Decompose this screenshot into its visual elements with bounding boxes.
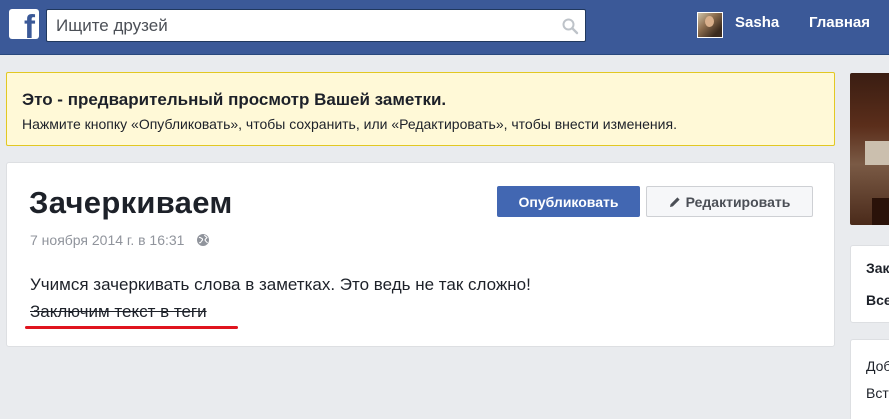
search-input[interactable] — [47, 10, 547, 41]
note-card: Зачеркиваем 7 ноября 2014 г. в 16:31 Опу… — [6, 162, 835, 347]
profile-cover-photo[interactable] — [850, 73, 889, 225]
pencil-icon — [669, 196, 681, 207]
note-strikethrough-text: Заключим текст в теги — [30, 302, 207, 321]
side-panel: Зак Все — [850, 245, 889, 323]
note-title: Зачеркиваем — [29, 185, 233, 220]
notice-body: Нажмите кнопку «Опубликовать», чтобы сох… — [22, 116, 677, 132]
globe-icon[interactable] — [196, 233, 210, 247]
avatar[interactable] — [697, 12, 723, 38]
top-navigation-bar: f Sasha Главная — [0, 0, 889, 55]
note-body-text: Учимся зачеркивать слова в заметках. Это… — [30, 275, 531, 294]
search-icon[interactable] — [561, 17, 579, 35]
facebook-logo-letter: f — [24, 9, 35, 39]
preview-notice: Это - предварительный просмотр Вашей зам… — [6, 72, 835, 146]
home-link[interactable]: Главная — [809, 14, 870, 31]
side-panel-item[interactable]: Вст — [866, 385, 889, 401]
side-panel-item[interactable]: Зак — [866, 260, 889, 276]
note-date[interactable]: 7 ноября 2014 г. в 16:31 — [30, 232, 184, 248]
notice-title: Это - предварительный просмотр Вашей зам… — [22, 90, 447, 109]
facebook-logo-icon[interactable]: f — [9, 9, 39, 39]
profile-link[interactable]: Sasha — [735, 14, 779, 31]
edit-button[interactable]: Редактировать — [646, 186, 813, 217]
side-panel-item[interactable]: Доб — [866, 358, 889, 374]
edit-button-label: Редактировать — [685, 193, 791, 210]
publish-button[interactable]: Опубликовать — [497, 186, 640, 217]
search-box — [46, 9, 586, 42]
side-panel-item[interactable]: Все — [866, 292, 889, 308]
red-underline-annotation — [25, 326, 238, 329]
side-panel: Доб Вст — [850, 339, 889, 419]
note-meta: 7 ноября 2014 г. в 16:31 — [30, 232, 210, 248]
